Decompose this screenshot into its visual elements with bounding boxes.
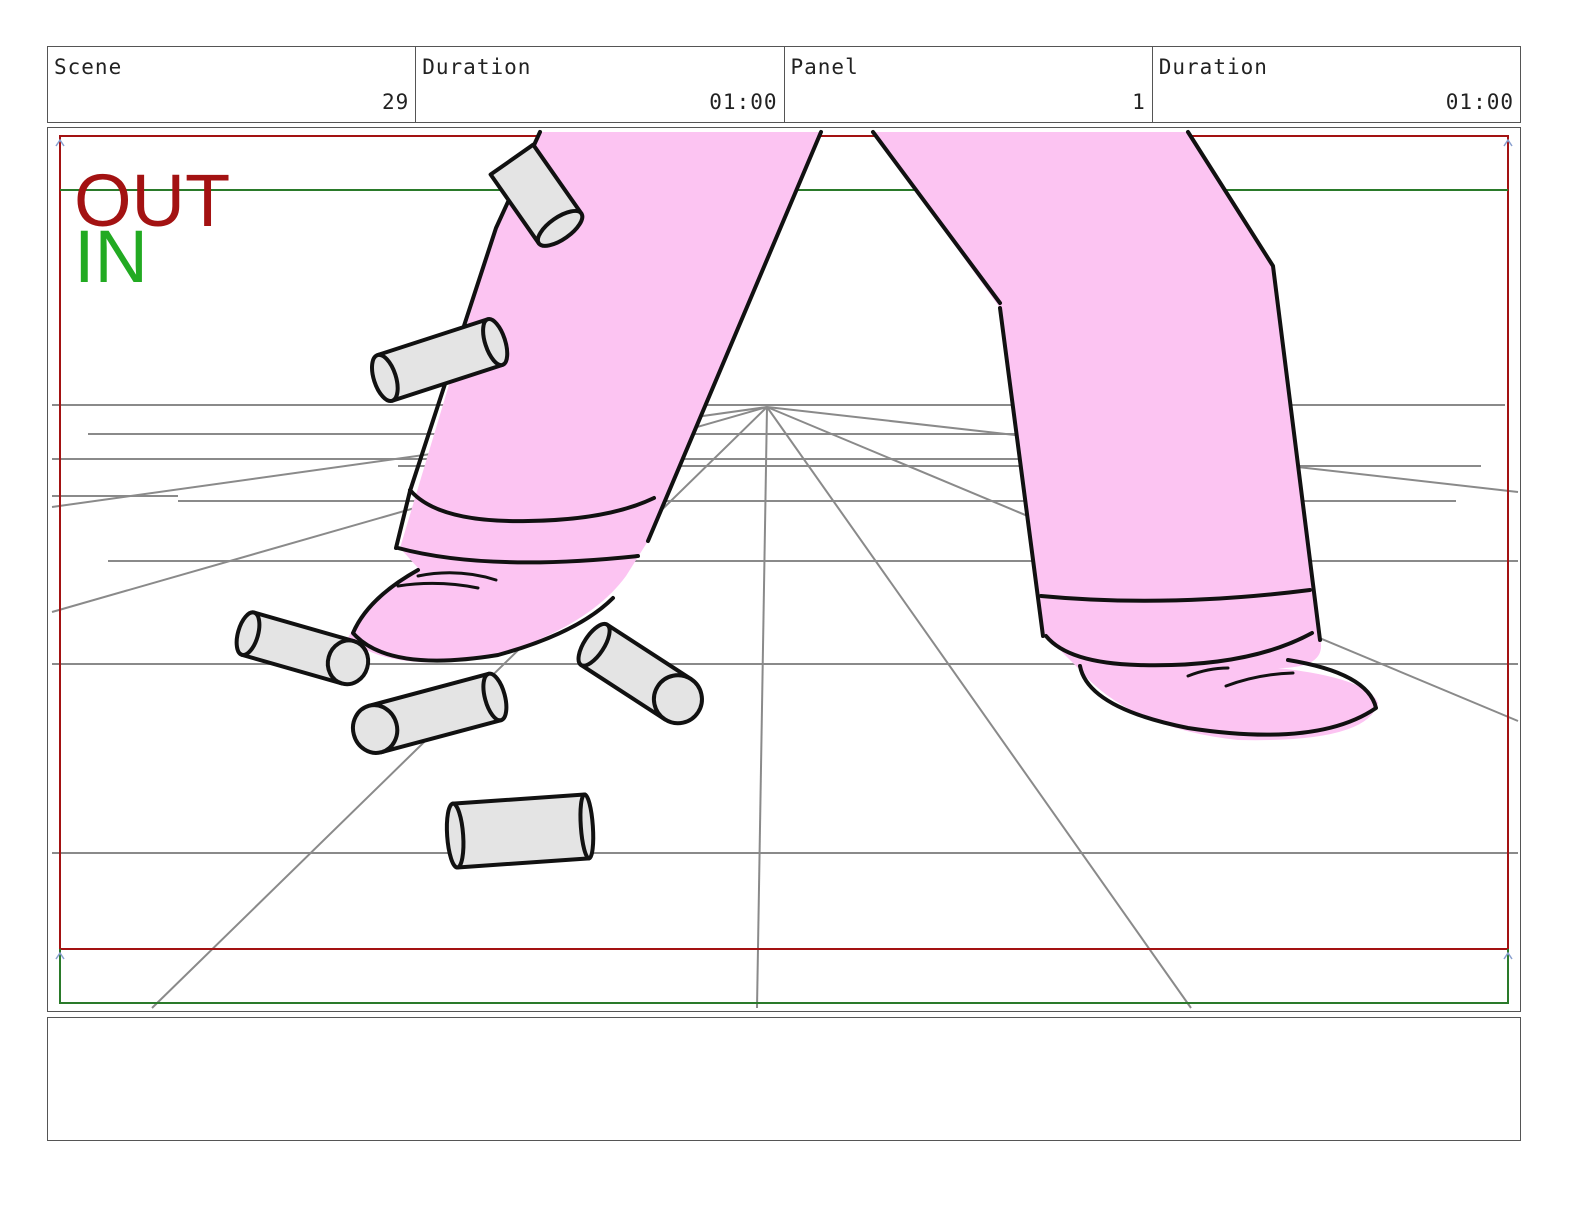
panel-label: Panel	[790, 55, 859, 79]
can-left-floor	[234, 610, 371, 687]
panel-duration-cell: Duration 01:00	[1153, 47, 1520, 122]
right-leg	[871, 130, 1378, 741]
panel-header: Scene 29 Duration 01:00 Panel 1 Duration…	[47, 46, 1521, 123]
sketch-artwork	[51, 130, 1519, 1009]
scene-label: Scene	[54, 55, 123, 79]
can-foreground	[444, 792, 596, 870]
left-leg	[348, 130, 823, 663]
storyboard-frame[interactable]: OUT IN	[47, 127, 1521, 1012]
panel-cell: Panel 1	[785, 47, 1153, 122]
scene-cell: Scene 29	[48, 47, 417, 122]
panel-number: 1	[1132, 90, 1146, 114]
scene-duration-label: Duration	[422, 55, 532, 79]
panel-duration-label: Duration	[1158, 55, 1268, 79]
scene-duration-cell: Duration 01:00	[416, 47, 785, 122]
in-safe-label: IN	[74, 215, 148, 298]
scene-number: 29	[381, 90, 410, 114]
can-rolling	[576, 621, 704, 726]
panel-duration-value: 01:00	[1445, 90, 1514, 114]
can-center-floor	[350, 671, 509, 755]
panel-notes-area[interactable]	[47, 1017, 1521, 1141]
scene-duration-value: 01:00	[709, 90, 778, 114]
